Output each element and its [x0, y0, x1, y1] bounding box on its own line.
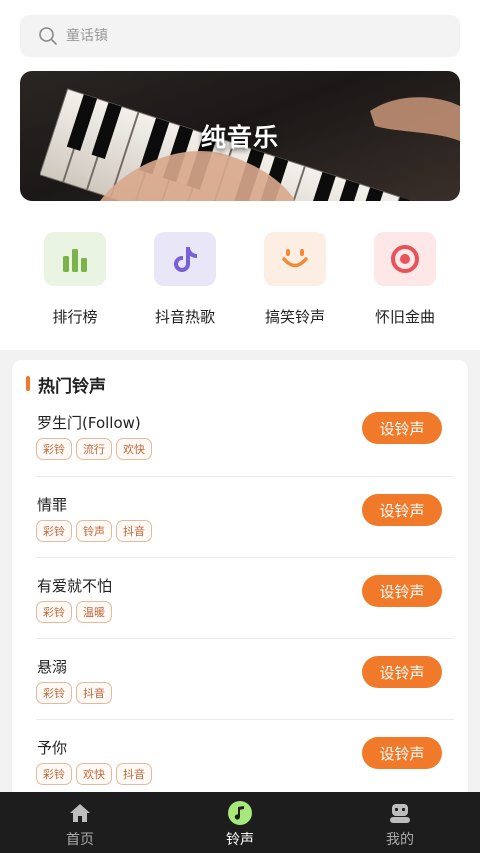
hot-ringtones-panel: 热门铃声 罗生门(Follow) 彩铃 流行 欢快 设铃声 情罪 彩铃 铃声 抖…	[12, 360, 468, 800]
tab-ringtones[interactable]: 铃声	[160, 792, 320, 853]
list-item[interactable]: 有爱就不怕 彩铃 温暖 设铃声	[12, 563, 468, 645]
tag: 抖音	[76, 682, 112, 704]
tag: 温暖	[76, 601, 112, 623]
tag-group: 彩铃 流行 欢快	[36, 438, 152, 460]
tag: 抖音	[116, 763, 152, 785]
tag-group: 彩铃 温暖	[36, 601, 112, 623]
divider	[36, 719, 454, 720]
tab-label: 我的	[386, 832, 414, 848]
tag: 彩铃	[36, 520, 72, 542]
category-label: 怀旧金曲	[374, 308, 435, 326]
tag: 彩铃	[36, 682, 72, 704]
header-area: 纯音乐 排行榜 抖音热歌	[0, 0, 480, 350]
banner-title: 纯音乐	[200, 123, 279, 152]
category-ranking[interactable]: 排行榜	[20, 232, 130, 332]
category-golden-oldies[interactable]: 怀旧金曲	[350, 232, 460, 332]
search-bar[interactable]	[20, 15, 460, 57]
tiktok-icon	[174, 247, 197, 272]
tag-group: 彩铃 铃声 抖音	[36, 520, 152, 542]
tag: 抖音	[116, 520, 152, 542]
set-ringtone-button[interactable]: 设铃声	[362, 656, 442, 688]
song-name: 情罪	[37, 496, 68, 514]
section-marker	[26, 376, 30, 391]
category-douyin-hits[interactable]: 抖音热歌	[130, 232, 240, 332]
tag: 彩铃	[36, 763, 72, 785]
user-icon	[388, 801, 412, 825]
list-item[interactable]: 罗生门(Follow) 彩铃 流行 欢快 设铃声	[12, 400, 468, 482]
category-label: 排行榜	[52, 308, 98, 326]
search-input[interactable]	[66, 28, 426, 44]
set-ringtone-button[interactable]: 设铃声	[362, 737, 442, 769]
music-note-icon	[227, 801, 253, 825]
divider	[36, 638, 454, 639]
category-label: 搞笑铃声	[264, 308, 325, 326]
tag-group: 彩铃 欢快 抖音	[36, 763, 152, 785]
list-item[interactable]: 予你 彩铃 欢快 抖音 设铃声	[12, 725, 468, 800]
tag: 欢快	[76, 763, 112, 785]
list-item[interactable]: 情罪 彩铃 铃声 抖音 设铃声	[12, 482, 468, 564]
category-row: 排行榜 抖音热歌 搞笑铃声 怀旧金曲	[0, 232, 480, 332]
tag: 彩铃	[36, 601, 72, 623]
set-ringtone-button[interactable]: 设铃声	[362, 412, 442, 444]
song-name: 有爱就不怕	[37, 577, 113, 595]
tag: 铃声	[76, 520, 112, 542]
set-ringtone-button[interactable]: 设铃声	[362, 575, 442, 607]
list-item[interactable]: 悬溺 彩铃 抖音 设铃声	[12, 644, 468, 726]
category-icon-box	[374, 232, 436, 286]
bar-chart-icon	[63, 249, 87, 272]
set-ringtone-button[interactable]: 设铃声	[362, 494, 442, 526]
tag: 欢快	[116, 438, 152, 460]
home-icon	[68, 801, 92, 825]
banner-pure-music[interactable]: 纯音乐	[20, 71, 460, 201]
target-icon	[391, 245, 419, 273]
tab-mine[interactable]: 我的	[320, 792, 480, 853]
category-icon-box	[44, 232, 106, 286]
tag: 彩铃	[36, 438, 72, 460]
category-icon-box	[154, 232, 216, 286]
search-icon	[39, 27, 57, 45]
section-title: 热门铃声	[38, 377, 106, 397]
category-icon-box	[264, 232, 326, 286]
tab-home[interactable]: 首页	[0, 792, 160, 853]
song-name: 罗生门(Follow)	[37, 414, 141, 432]
smile-icon	[282, 249, 308, 268]
tag-group: 彩铃 抖音	[36, 682, 112, 704]
category-label: 抖音热歌	[154, 308, 215, 326]
divider	[36, 557, 454, 558]
song-name: 予你	[37, 739, 68, 757]
song-name: 悬溺	[37, 658, 68, 676]
divider	[36, 476, 454, 477]
tab-label: 首页	[66, 832, 94, 848]
bottom-tab-bar: 首页 铃声 我的	[0, 792, 480, 853]
tab-label: 铃声	[226, 832, 254, 848]
tag: 流行	[76, 438, 112, 460]
category-funny-ringtones[interactable]: 搞笑铃声	[240, 232, 350, 332]
